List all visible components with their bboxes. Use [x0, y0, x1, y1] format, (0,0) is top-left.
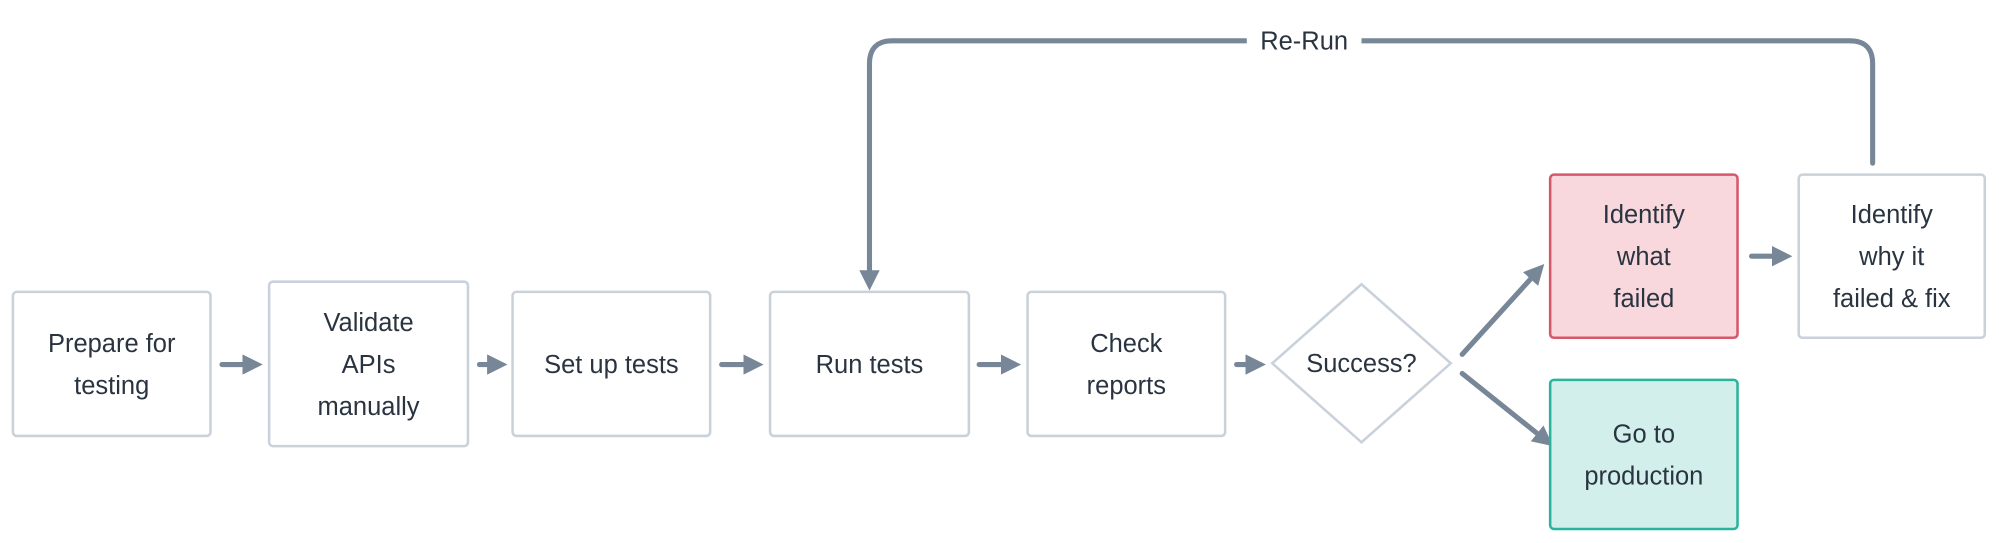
arrow — [1459, 370, 1554, 447]
node-label: reports — [1087, 372, 1166, 400]
node-label: Success? — [1306, 350, 1416, 378]
node-prepare[interactable]: Prepare for testing — [11, 290, 212, 438]
node-shape — [1026, 290, 1227, 438]
node-label: Check — [1090, 330, 1162, 358]
node-label: APIs — [342, 351, 396, 379]
node-label: Go to — [1613, 420, 1675, 448]
node-label: testing — [74, 372, 149, 400]
node-label: failed — [1613, 285, 1674, 313]
node-label: failed & fix — [1833, 285, 1951, 313]
flowchart: Re-Run Prepare for testing Validate APIs man… — [11, 22, 1987, 531]
edge-success-to-production — [1459, 370, 1554, 447]
node-check[interactable]: Check reports — [1026, 290, 1227, 438]
node-label: Identify — [1603, 201, 1685, 229]
arrow — [1459, 263, 1545, 357]
node-label: production — [1584, 462, 1703, 490]
node-setup[interactable]: Set up tests — [511, 290, 712, 438]
node-label: Run tests — [816, 351, 924, 379]
node-success[interactable]: Success? — [1270, 282, 1453, 445]
node-shape — [1548, 378, 1739, 531]
node-run[interactable]: Run tests — [768, 290, 971, 438]
node-identify-why[interactable]: Identify why it failed & fix — [1797, 173, 1987, 340]
node-identify-what[interactable]: Identify what failed — [1548, 173, 1739, 340]
edge-success-to-identify-what — [1459, 263, 1545, 357]
edge-label: Re-Run — [1260, 28, 1348, 56]
node-label: what — [1616, 243, 1671, 271]
node-label: Set up tests — [544, 351, 679, 379]
node-production[interactable]: Go to production — [1548, 378, 1739, 531]
node-label: manually — [318, 393, 420, 421]
node-validate[interactable]: Validate APIs manually — [267, 280, 470, 448]
node-label: Identify — [1851, 201, 1933, 229]
node-shape — [11, 290, 212, 438]
node-label: Prepare for — [48, 330, 176, 358]
node-label: Validate — [323, 309, 413, 337]
node-label: why it — [1858, 243, 1924, 271]
